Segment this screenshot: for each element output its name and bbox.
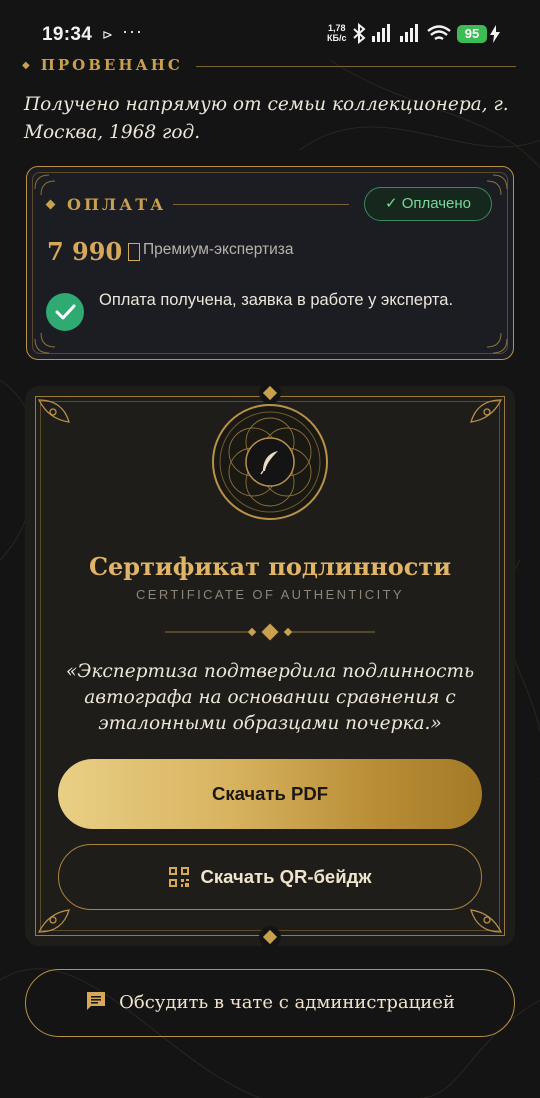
download-qr-label: Скачать QR-бейдж — [200, 866, 372, 887]
currency-icon — [128, 243, 141, 261]
price-value: 7 990 — [47, 237, 123, 266]
download-pdf-button[interactable]: Скачать PDF — [58, 759, 482, 829]
battery-icon: 95 — [457, 25, 487, 43]
provenance-heading: ◆ ПРОВЕНАНС — [22, 56, 183, 74]
signal-icon — [400, 24, 418, 42]
chat-icon — [87, 992, 106, 1010]
network-speed-value: 1,78 — [327, 23, 346, 33]
payment-title: ОПЛАТА — [67, 195, 167, 214]
certificate-divider — [165, 623, 375, 641]
signal-icon — [372, 24, 390, 42]
divider — [173, 204, 349, 205]
divider — [196, 66, 516, 67]
certificate-card: Сертификат подлинности CERTIFICATE OF AU… — [25, 382, 515, 948]
payment-note: Оплата получена, заявка в работе у экспе… — [99, 291, 454, 309]
diamond-icon: ◆ — [22, 60, 33, 71]
top-ornament-knob — [259, 382, 281, 404]
service-tier: Премиум-экспертиза — [143, 241, 294, 258]
system-icons — [353, 22, 451, 45]
charging-icon — [490, 25, 500, 43]
provenance-heading-text: ПРОВЕНАНС — [40, 56, 183, 74]
certificate-title: Сертификат подлинности — [88, 552, 452, 581]
status-badge: ✓ Оплачено — [364, 187, 492, 221]
chat-with-admin-button[interactable]: Обсудить в чате с администрацией — [25, 969, 515, 1037]
network-speed-unit: КБ/с — [327, 33, 347, 43]
check-icon — [46, 293, 84, 331]
chat-button-label: Обсудить в чате с администрацией — [119, 992, 455, 1013]
qr-code-icon — [168, 867, 189, 887]
navigation-arrow-icon: ⊳ — [102, 27, 113, 42]
bottom-ornament-knob — [259, 926, 281, 948]
payment-card: ОПЛАТА ✓ Оплачено 7 990 Премиум-эксперти… — [26, 166, 514, 360]
provenance-text: Получено напрямую от семьи коллекционера… — [24, 94, 509, 143]
bluetooth-icon — [353, 22, 366, 45]
wifi-icon — [427, 25, 451, 40]
certificate-quote: «Экспертиза подтвердила подлинность авто… — [65, 661, 475, 734]
quill-icon — [260, 451, 278, 475]
price: 7 990 — [47, 237, 141, 266]
overflow-dots-icon: ··· — [122, 21, 143, 41]
network-speed: 1,78 КБ/с — [327, 23, 346, 43]
certificate-subtitle: CERTIFICATE OF AUTHENTICITY — [136, 587, 404, 602]
status-time: 19:34 — [42, 24, 93, 45]
download-qr-button[interactable]: Скачать QR-бейдж — [58, 844, 482, 910]
